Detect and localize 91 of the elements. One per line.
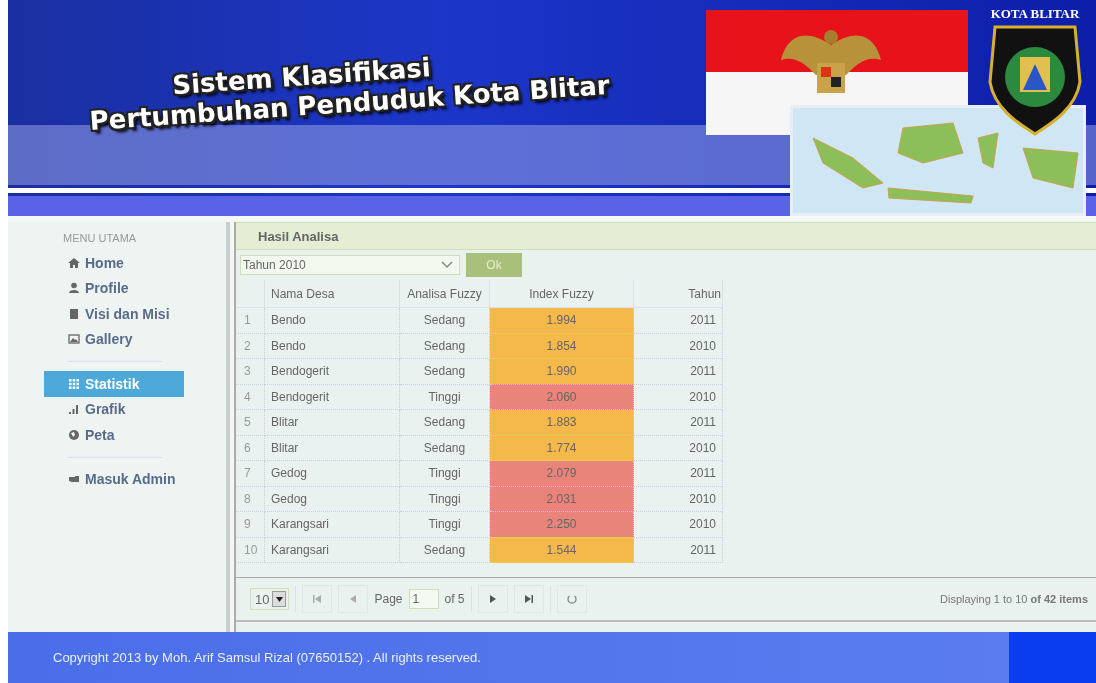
table-cell: Tinggi [399,486,490,512]
first-page-icon [313,595,322,603]
column-header[interactable]: Tahun [633,280,723,308]
table-cell: 2011 [633,409,723,435]
row-number: 2 [236,333,265,359]
sidebar-item[interactable]: Peta [44,422,184,448]
page-number-field[interactable]: 1 [408,589,439,609]
grid-icon [68,377,80,390]
table-cell: Bendogerit [264,384,400,410]
table-cell: 1.994 [489,307,634,333]
pagination-summary: Displaying 1 to 10 of 42 items [940,593,1088,605]
row-number: 3 [236,358,265,384]
table-cell: Bendo [264,307,400,333]
table-cell: Karangsari [264,511,400,537]
row-number: 8 [236,486,265,512]
sidebar-item[interactable]: Home [44,250,184,276]
table-cell: 2011 [633,307,723,333]
bar-chart-icon [68,403,80,416]
previous-icon [350,595,357,603]
sidebar-item[interactable]: Profile [44,275,184,301]
table-cell: Sedang [399,358,490,384]
first-page-button[interactable] [302,585,333,613]
row-number: 5 [236,409,265,435]
table-cell: Sedang [399,409,490,435]
page-count: of 5 [444,592,465,606]
table-cell: 1.854 [489,333,634,359]
table-cell: Tinggi [399,511,490,537]
sidebar-item[interactable]: Grafik [44,396,184,422]
table-cell: 1.990 [489,358,634,384]
row-number: 9 [236,511,265,537]
year-dropdown[interactable]: Tahun 2010 [240,255,460,275]
sidebar-item[interactable]: Masuk Admin [44,466,184,492]
next-icon [489,595,496,603]
globe-icon [68,428,80,441]
panel-title: Hasil Analisa [258,228,339,244]
page-size-dropdown[interactable]: 10 [250,588,290,610]
last-page-button[interactable] [513,585,544,613]
refresh-button[interactable] [556,585,587,613]
table-cell: 2010 [633,486,723,512]
column-header[interactable]: Nama Desa [264,280,400,308]
table-cell: 2011 [633,537,723,563]
table-cell: Sedang [399,435,490,461]
table-cell: 2011 [633,460,723,486]
table-cell: Gedog [264,460,400,486]
table-cell: Tinggi [399,384,490,410]
table-cell: 2010 [633,435,723,461]
table-cell: Blitar [264,435,400,461]
table-cell: 2010 [633,333,723,359]
table-cell: Gedog [264,486,400,512]
row-number: 1 [236,307,265,333]
table-cell: Bendogerit [264,358,400,384]
chevron-down-icon [441,261,453,269]
table-cell: Sedang [399,537,490,563]
book-icon [68,307,80,320]
row-number: 4 [236,384,265,410]
sidebar-item[interactable]: Visi dan Misi [44,301,184,327]
table-cell: 1.774 [489,435,634,461]
refresh-icon [566,594,577,604]
site-title: Sistem Klasifikasi Pertumbuhan Penduduk Kota Blitar [87,51,611,137]
picture-icon [68,333,80,346]
table-cell: 2010 [633,511,723,537]
column-header[interactable]: Index Fuzzy [489,280,634,308]
copyright-text: Copyright 2013 by Moh. Arif Samsul Rizal (07650152) . All rights reserved. [53,650,481,665]
table-cell: 1.544 [489,537,634,563]
column-header[interactable]: Analisa Fuzzy [399,280,490,308]
menu-heading: MENU UTAMA [63,232,138,244]
previous-page-button[interactable] [338,585,369,613]
row-number: 6 [236,435,265,461]
table-cell: 2010 [633,384,723,410]
table-cell: 2.250 [489,511,634,537]
last-page-icon [524,595,533,603]
table-cell: Karangsari [264,537,400,563]
emblem-label: KOTA BLITAR [990,6,1080,22]
person-icon [68,282,80,295]
table-cell: Bendo [264,333,400,359]
table-cell: Blitar [264,409,400,435]
sidebar-item[interactable]: Statistik [44,371,184,397]
table-cell: 2.079 [489,460,634,486]
table-cell: 2.060 [489,384,634,410]
table-cell: Sedang [399,333,490,359]
page-label: Page [374,592,403,606]
table-cell: Sedang [399,307,490,333]
table-cell: 2011 [633,358,723,384]
table-cell: 1.883 [489,409,634,435]
table-cell: 2.031 [489,486,634,512]
row-number: 7 [236,460,265,486]
table-cell: Tinggi [399,460,490,486]
sidebar-item[interactable]: Gallery [44,326,184,352]
home-icon [68,256,80,269]
next-page-button[interactable] [477,585,508,613]
row-number: 10 [236,537,265,563]
